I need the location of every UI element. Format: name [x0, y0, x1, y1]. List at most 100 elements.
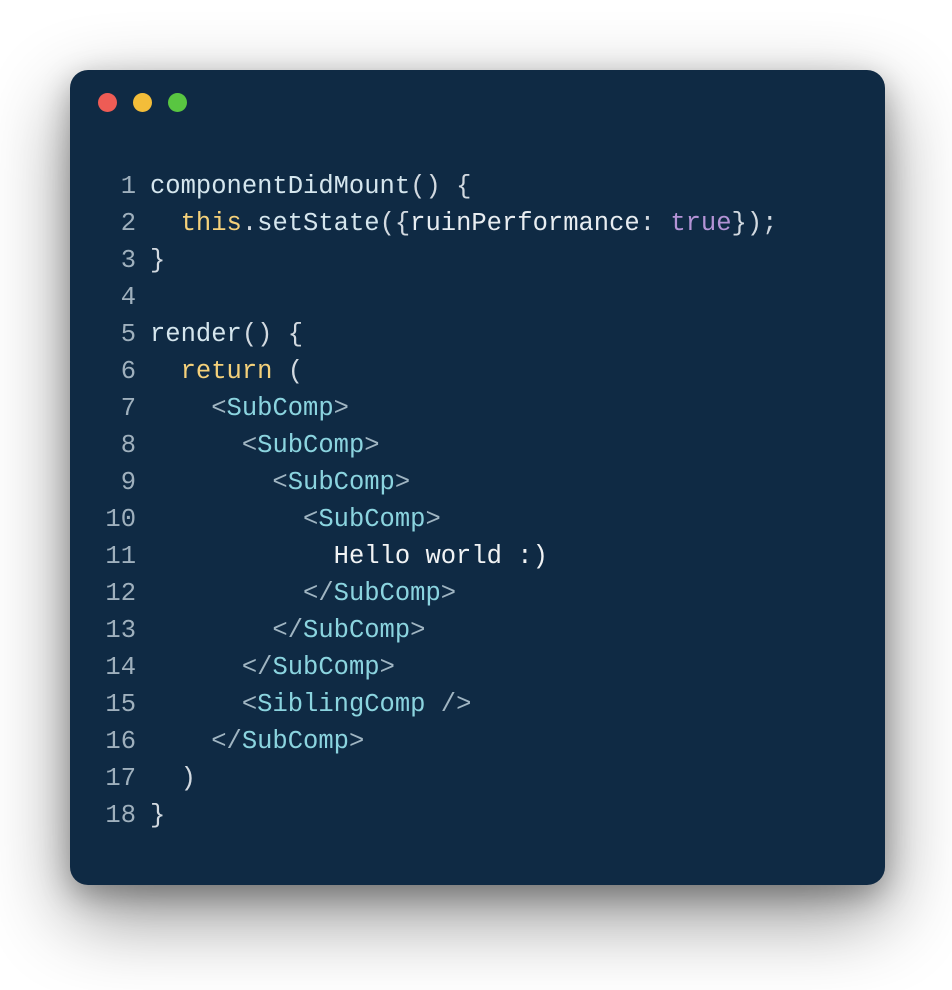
code-token: SubComp [318, 505, 425, 534]
code-line: 13 </SubComp> [70, 612, 885, 649]
code-token: . [242, 209, 257, 238]
code-content: <SubComp> [150, 501, 441, 538]
code-content: Hello world :) [150, 538, 548, 575]
line-number: 5 [70, 316, 150, 353]
code-token: </ [272, 616, 303, 645]
code-line: 3} [70, 242, 885, 279]
code-content: componentDidMount() { [150, 168, 471, 205]
code-content: <SubComp> [150, 390, 349, 427]
code-token [150, 209, 181, 238]
code-token: SubComp [288, 468, 395, 497]
code-line: 8 <SubComp> [70, 427, 885, 464]
code-content: </SubComp> [150, 575, 456, 612]
code-token: this [181, 209, 242, 238]
minimize-icon[interactable] [133, 93, 152, 112]
code-content: render() { [150, 316, 303, 353]
code-token [150, 579, 303, 608]
code-token: render [150, 320, 242, 349]
line-number: 15 [70, 686, 150, 723]
code-token: } [150, 246, 165, 275]
line-number: 1 [70, 168, 150, 205]
code-token: SubComp [242, 727, 349, 756]
line-number: 17 [70, 760, 150, 797]
code-token: : [640, 209, 671, 238]
code-token: </ [303, 579, 334, 608]
code-token: () { [242, 320, 303, 349]
code-line: 14 </SubComp> [70, 649, 885, 686]
line-number: 16 [70, 723, 150, 760]
code-token [150, 616, 272, 645]
line-number: 10 [70, 501, 150, 538]
close-icon[interactable] [98, 93, 117, 112]
line-number: 8 [70, 427, 150, 464]
code-content: this.setState({ruinPerformance: true}); [150, 205, 777, 242]
line-number: 6 [70, 353, 150, 390]
window-titlebar [70, 70, 885, 134]
code-token: true [670, 209, 731, 238]
code-token: }); [732, 209, 778, 238]
code-token [150, 431, 242, 460]
code-line: 2 this.setState({ruinPerformance: true})… [70, 205, 885, 242]
code-token [150, 357, 181, 386]
code-token: ruinPerformance [410, 209, 640, 238]
code-token: SubComp [272, 653, 379, 682]
code-token [150, 542, 334, 571]
code-token: /> [425, 690, 471, 719]
code-token: } [150, 801, 165, 830]
code-token [150, 505, 303, 534]
code-token: > [410, 616, 425, 645]
code-token: ({ [380, 209, 411, 238]
code-token: > [425, 505, 440, 534]
code-token [150, 468, 272, 497]
code-token: SubComp [334, 579, 441, 608]
code-token [150, 653, 242, 682]
code-token: < [272, 468, 287, 497]
code-window: 1componentDidMount() {2 this.setState({r… [70, 70, 885, 885]
code-token [150, 690, 242, 719]
line-number: 12 [70, 575, 150, 612]
line-number: 3 [70, 242, 150, 279]
code-token: Hello world :) [334, 542, 548, 571]
code-line: 4 [70, 279, 885, 316]
code-token: < [242, 431, 257, 460]
line-number: 2 [70, 205, 150, 242]
code-token: < [211, 394, 226, 423]
code-content: } [150, 797, 165, 834]
code-line: 6 return ( [70, 353, 885, 390]
code-token [150, 727, 211, 756]
code-content: ) [150, 760, 196, 797]
code-token: SubComp [227, 394, 334, 423]
code-line: 12 </SubComp> [70, 575, 885, 612]
line-number: 9 [70, 464, 150, 501]
line-number: 11 [70, 538, 150, 575]
line-number: 14 [70, 649, 150, 686]
code-token: > [380, 653, 395, 682]
code-content: <SubComp> [150, 464, 410, 501]
code-token: SubComp [303, 616, 410, 645]
code-content: </SubComp> [150, 723, 364, 760]
code-line: 10 <SubComp> [70, 501, 885, 538]
code-token: > [349, 727, 364, 756]
code-token: > [395, 468, 410, 497]
code-line: 9 <SubComp> [70, 464, 885, 501]
code-token [150, 764, 181, 793]
line-number: 4 [70, 279, 150, 316]
code-token: return [181, 357, 273, 386]
code-token: () { [410, 172, 471, 201]
code-line: 5render() { [70, 316, 885, 353]
code-token [150, 394, 211, 423]
code-token: ( [272, 357, 303, 386]
code-token: </ [211, 727, 242, 756]
code-editor[interactable]: 1componentDidMount() {2 this.setState({r… [70, 134, 885, 864]
code-content: <SubComp> [150, 427, 380, 464]
zoom-icon[interactable] [168, 93, 187, 112]
line-number: 7 [70, 390, 150, 427]
line-number: 13 [70, 612, 150, 649]
code-content: return ( [150, 353, 303, 390]
code-token: SiblingComp [257, 690, 425, 719]
code-line: 11 Hello world :) [70, 538, 885, 575]
code-token: </ [242, 653, 273, 682]
code-line: 15 <SiblingComp /> [70, 686, 885, 723]
code-content: } [150, 242, 165, 279]
line-number: 18 [70, 797, 150, 834]
